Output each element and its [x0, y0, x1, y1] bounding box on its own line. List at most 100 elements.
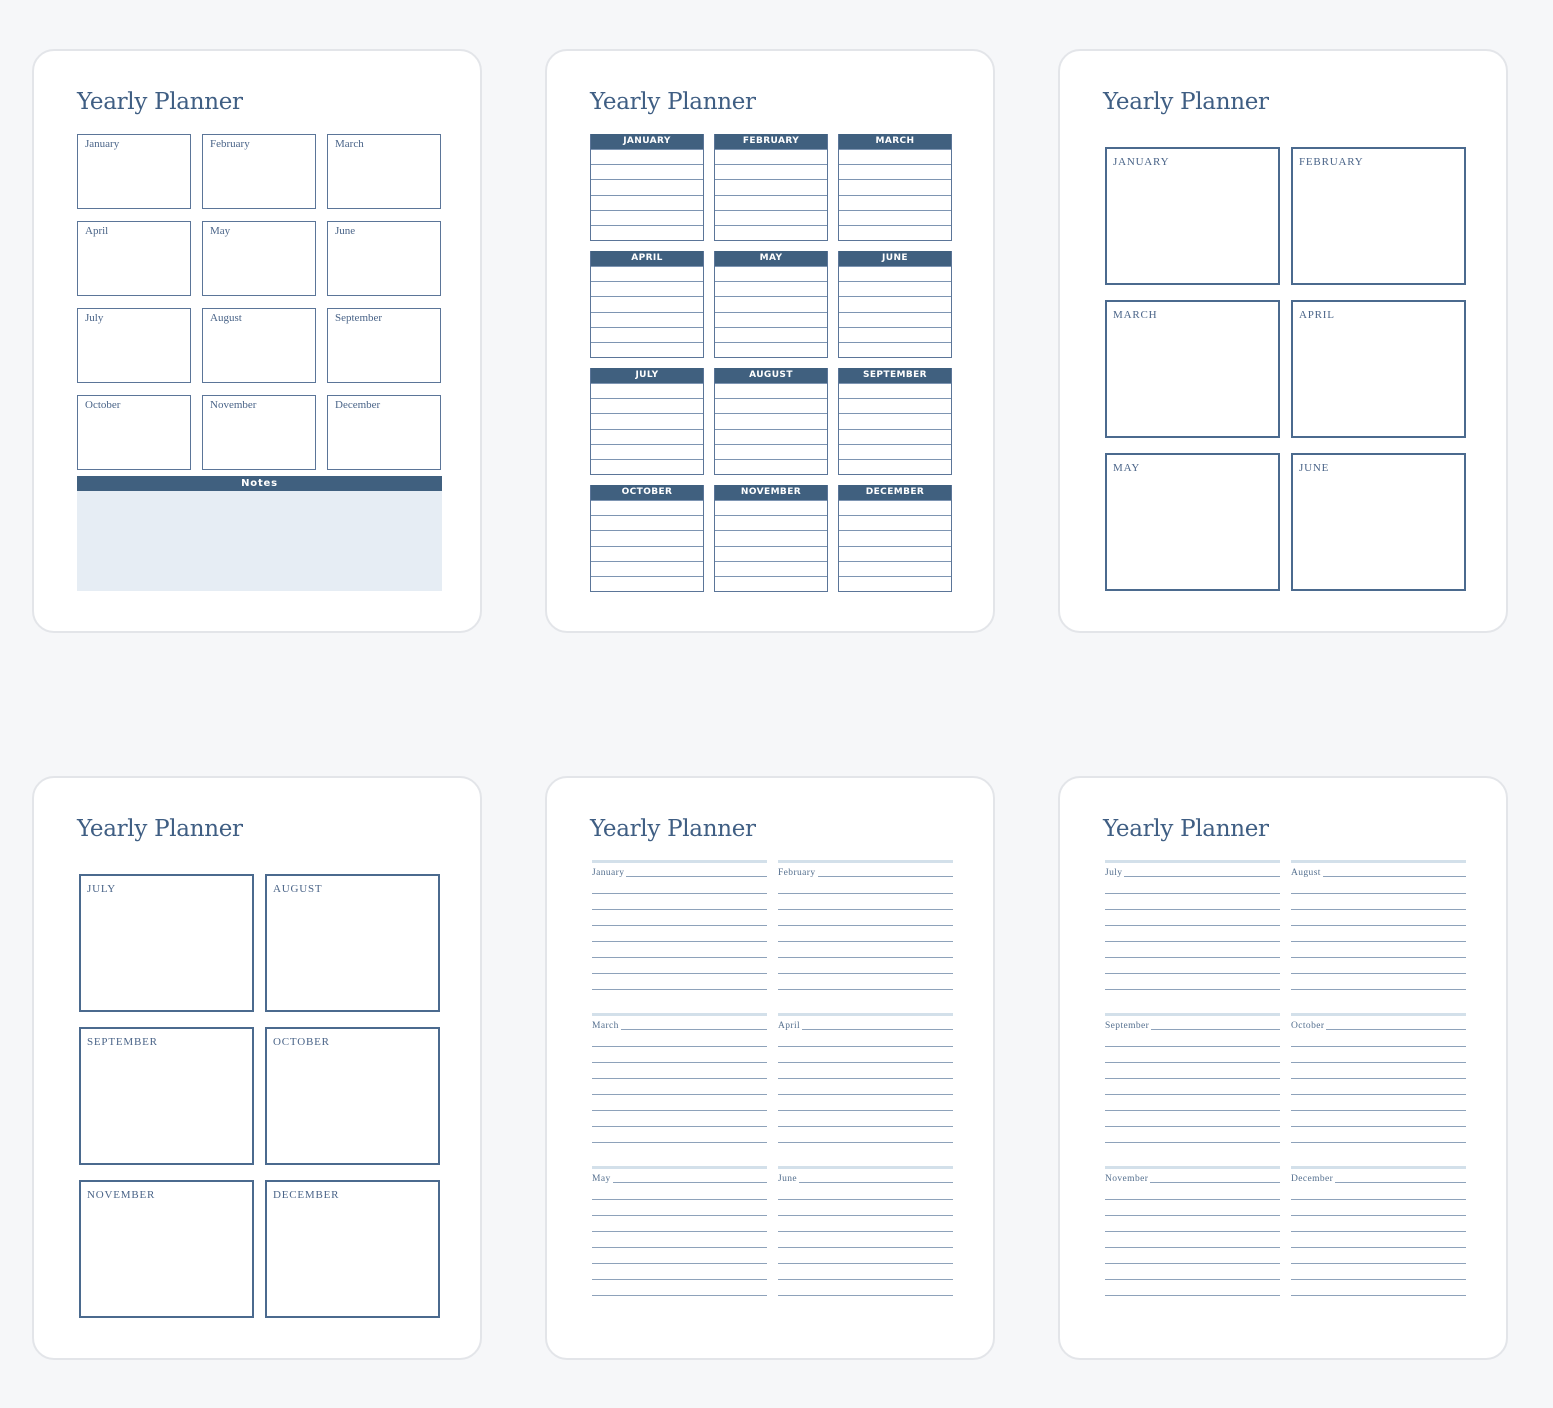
ruled-line — [778, 974, 953, 990]
ruled-line — [715, 530, 827, 545]
planner-card-monthly-boxes-notes[interactable]: Yearly Planner January February March Ap… — [32, 49, 482, 633]
ruled-line — [839, 398, 951, 413]
ruled-line — [591, 224, 703, 240]
month-box: MARCH — [1105, 300, 1280, 438]
month-box: SEPTEMBER — [79, 1027, 254, 1165]
planner-card-ruled-half-year-2[interactable]: Yearly Planner July August September Octobe… — [1058, 776, 1508, 1360]
planner-card-ruled-half-year-1[interactable]: Yearly Planner January February March April… — [545, 776, 995, 1360]
ruled-line — [1291, 910, 1466, 926]
ruled-line — [778, 1216, 953, 1232]
planner-card-half-year-1[interactable]: Yearly Planner JANUARY FEBRUARY MARCH AP… — [1058, 49, 1508, 633]
month-box: JUNE — [838, 251, 952, 358]
month-box: FEBRUARY — [714, 134, 828, 241]
ruled-line — [839, 224, 951, 240]
month-box: February — [202, 134, 316, 209]
month-box: MARCH — [838, 134, 952, 241]
month-list: September — [1105, 1013, 1280, 1150]
ruled-line — [839, 443, 951, 459]
ruled-line — [592, 1127, 767, 1143]
ruled-line — [592, 1111, 767, 1127]
ruled-line — [778, 1031, 953, 1047]
ruled-line — [715, 311, 827, 327]
month-box: JANUARY — [590, 134, 704, 241]
ruled-line — [715, 341, 827, 357]
ruled-line — [591, 560, 703, 576]
ruled-line — [626, 876, 767, 877]
month-header: SEPTEMBER — [839, 368, 951, 383]
ruled-line — [839, 149, 951, 164]
ruled-line — [715, 326, 827, 342]
ruled-line — [1105, 974, 1280, 990]
ruled-line — [620, 1029, 767, 1030]
ruled-line — [778, 878, 953, 894]
ruled-line — [715, 515, 827, 530]
month-box: JULY — [79, 874, 254, 1012]
ruled-line — [839, 530, 951, 545]
month-label: April — [778, 1020, 801, 1031]
ruled-line — [715, 443, 827, 459]
ruled-line — [715, 266, 827, 281]
ruled-line — [778, 1264, 953, 1280]
month-box: June — [327, 221, 441, 296]
month-header: MARCH — [839, 134, 951, 149]
month-box: NOVEMBER — [714, 485, 828, 592]
month-label: October — [1291, 1020, 1325, 1031]
ruled-line — [715, 209, 827, 225]
month-box: July — [77, 308, 191, 383]
ruled-line — [839, 428, 951, 444]
ruled-line — [592, 926, 767, 942]
month-label: February — [778, 867, 816, 878]
month-box: APRIL — [1291, 300, 1466, 438]
planner-card-half-year-2[interactable]: Yearly Planner JULY AUGUST SEPTEMBER OCT… — [32, 776, 482, 1360]
month-grid: JULY AUGUST SEPTEMBER OCTOBER NOVEMBER D… — [79, 874, 440, 1318]
page-title: Yearly Planner — [590, 816, 756, 842]
month-label-row: February — [778, 863, 953, 878]
month-box: January — [77, 134, 191, 209]
ruled-line — [839, 341, 951, 357]
month-box: November — [202, 395, 316, 470]
ruled-line — [592, 1248, 767, 1264]
ruled-line — [839, 560, 951, 576]
page-title: Yearly Planner — [1103, 89, 1269, 115]
ruled-line — [592, 878, 767, 894]
month-box: DECEMBER — [838, 485, 952, 592]
ruled-line — [591, 296, 703, 311]
month-header: APRIL — [591, 251, 703, 266]
ruled-line — [1291, 1184, 1466, 1200]
ruled-line — [778, 1079, 953, 1095]
month-label: March — [592, 1020, 619, 1031]
ruled-line — [591, 326, 703, 342]
ruled-line — [591, 458, 703, 474]
month-box: AUGUST — [265, 874, 440, 1012]
ruled-line — [591, 530, 703, 545]
ruled-line — [1105, 1079, 1280, 1095]
ruled-line — [1291, 974, 1466, 990]
ruled-line — [778, 1095, 953, 1111]
ruled-line — [1291, 1063, 1466, 1079]
ruled-line — [1291, 1216, 1466, 1232]
month-header: AUGUST — [715, 368, 827, 383]
ruled-line — [1291, 958, 1466, 974]
planner-card-lined-months[interactable]: Yearly Planner JANUARY FEBRUARY MARCH APRIL… — [545, 49, 995, 633]
ruled-line — [592, 1216, 767, 1232]
ruled-line — [1291, 1047, 1466, 1063]
month-label: July — [1105, 867, 1123, 878]
month-box: August — [202, 308, 316, 383]
ruled-line — [1291, 926, 1466, 942]
ruled-line — [839, 296, 951, 311]
month-box: AUGUST — [714, 368, 828, 475]
ruled-line — [592, 1095, 767, 1111]
ruled-line — [1291, 1031, 1466, 1047]
ruled-line — [802, 1029, 953, 1030]
ruled-line — [715, 500, 827, 515]
ruled-line — [1150, 1182, 1280, 1183]
ruled-line — [1105, 1216, 1280, 1232]
ruled-line — [778, 1280, 953, 1296]
month-label-row: January — [592, 863, 767, 878]
ruled-line — [1291, 1079, 1466, 1095]
ruled-line — [1105, 1248, 1280, 1264]
ruled-line — [778, 1200, 953, 1216]
ruled-line — [839, 458, 951, 474]
ruled-line — [715, 164, 827, 179]
ruled-line — [778, 942, 953, 958]
